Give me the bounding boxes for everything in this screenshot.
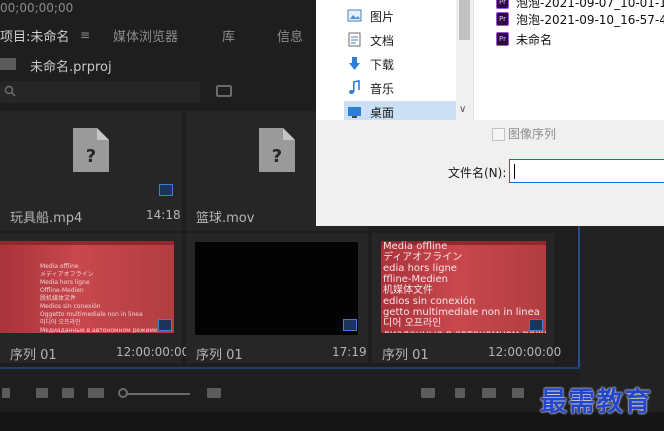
nav-item-documents[interactable]: 文档 xyxy=(344,29,456,51)
offline-thumbnail: Media offline メディアオフライン Media hors ligne… xyxy=(0,241,174,333)
folder-icon xyxy=(0,58,16,70)
clip-duration: 12:00:00:00 xyxy=(116,345,190,359)
watermark-logo: 最需教育 xyxy=(540,387,652,418)
audio-video-badge xyxy=(159,184,173,196)
sequence-badge xyxy=(158,319,172,331)
sort-icon[interactable] xyxy=(207,388,221,398)
icon-view-icon[interactable] xyxy=(62,388,74,398)
svg-text:?: ? xyxy=(86,146,96,167)
freeform-view-icon[interactable] xyxy=(88,388,104,398)
search-icon xyxy=(4,85,16,97)
file-item[interactable]: Pr 泡泡-2021-09-10_16-57-45 xyxy=(496,9,664,29)
new-bin-icon[interactable] xyxy=(482,388,496,398)
dialog-bottom-area: 图像序列 文件名(N): xyxy=(316,120,664,226)
clip-duration: 12:00:00:00 xyxy=(488,345,562,359)
filename-field[interactable] xyxy=(509,159,664,183)
sequence-badge xyxy=(343,319,357,331)
clip-name: 序列 01 xyxy=(10,348,57,363)
zoom-slider-handle[interactable] xyxy=(118,388,128,398)
premiere-project-icon: Pr xyxy=(496,12,509,26)
clip-name: 篮球.mov xyxy=(196,211,255,226)
pictures-icon xyxy=(347,9,362,22)
image-sequence-checkbox[interactable] xyxy=(492,128,505,141)
clip-item[interactable]: Media offline ディアオフライン edia hors ligne f… xyxy=(372,233,561,363)
panel-focus-border xyxy=(0,367,580,369)
project-file-name: 未命名.prproj xyxy=(30,60,112,75)
music-icon xyxy=(349,80,360,94)
lock-icon[interactable] xyxy=(2,388,10,398)
automate-to-sequence-icon[interactable] xyxy=(421,388,435,398)
nav-item-music[interactable]: 音乐 xyxy=(344,77,456,99)
timecode-display: 00;00;00;00 xyxy=(0,1,74,15)
premiere-window: 00;00;00;00 项目:未命名 ≡ 媒体浏览器 库 信息 未命名.prpr… xyxy=(0,0,664,431)
scrollbar-thumb[interactable] xyxy=(459,0,470,40)
tab-menu-icon[interactable]: ≡ xyxy=(80,28,90,42)
file-icon: ? xyxy=(73,128,109,172)
downloads-icon xyxy=(349,57,360,70)
premiere-project-icon: Pr xyxy=(496,32,509,46)
clip-item[interactable]: ? 玩具船.mp4 14:18 xyxy=(0,111,182,231)
new-item-icon[interactable] xyxy=(512,388,524,398)
clip-name: 玩具船.mp4 xyxy=(10,211,83,226)
image-sequence-label: 图像序列 xyxy=(508,127,557,141)
desktop-icon xyxy=(348,107,361,118)
offline-thumbnail: Media offline ディアオフライン edia hors ligne f… xyxy=(381,241,546,333)
text-caret xyxy=(514,164,515,179)
clip-duration: 17:19 xyxy=(332,345,367,359)
search-input[interactable] xyxy=(0,81,200,103)
file-item[interactable]: Pr 未命名 xyxy=(496,29,664,49)
tab-libraries[interactable]: 库 xyxy=(222,26,235,45)
list-view-icon[interactable] xyxy=(36,388,48,398)
save-dialog: 图片 文档 下载 音乐 桌面 ∨ Pr 泡泡-2021-09-07_10-01-… xyxy=(316,0,664,226)
filename-label: 文件名(N): xyxy=(448,166,507,180)
zoom-slider[interactable] xyxy=(122,393,190,395)
svg-text:?: ? xyxy=(272,146,282,167)
tab-info[interactable]: 信息 xyxy=(277,26,303,45)
tab-project[interactable]: 项目:未命名 xyxy=(0,26,69,45)
black-thumbnail xyxy=(195,242,358,335)
clip-duration: 14:18 xyxy=(146,208,181,222)
project-footer-toolbar xyxy=(0,380,580,406)
tab-media-browser[interactable]: 媒体浏览器 xyxy=(113,26,178,45)
file-list: Pr 泡泡-2021-09-07_10-01-12 Pr 泡泡-2021-09-… xyxy=(473,0,664,120)
chevron-down-icon[interactable]: ∨ xyxy=(459,104,466,115)
premiere-project-icon: Pr xyxy=(496,0,509,9)
clip-name: 序列 01 xyxy=(196,348,243,363)
nav-scrollbar[interactable]: ∨ xyxy=(456,0,473,120)
find-icon[interactable] xyxy=(455,388,465,398)
nav-item-downloads[interactable]: 下载 xyxy=(344,53,456,75)
sequence-badge xyxy=(529,319,543,331)
documents-icon xyxy=(348,32,361,47)
nav-item-pictures[interactable]: 图片 xyxy=(344,5,456,27)
clip-item[interactable]: 序列 01 17:19 xyxy=(186,233,368,363)
file-icon: ? xyxy=(259,128,295,172)
clip-name: 序列 01 xyxy=(382,348,429,363)
navigation-pane: 图片 文档 下载 音乐 桌面 xyxy=(316,0,456,123)
clip-item[interactable]: Media offline メディアオフライン Media hors ligne… xyxy=(0,233,189,363)
new-bin-icon[interactable] xyxy=(216,85,232,97)
